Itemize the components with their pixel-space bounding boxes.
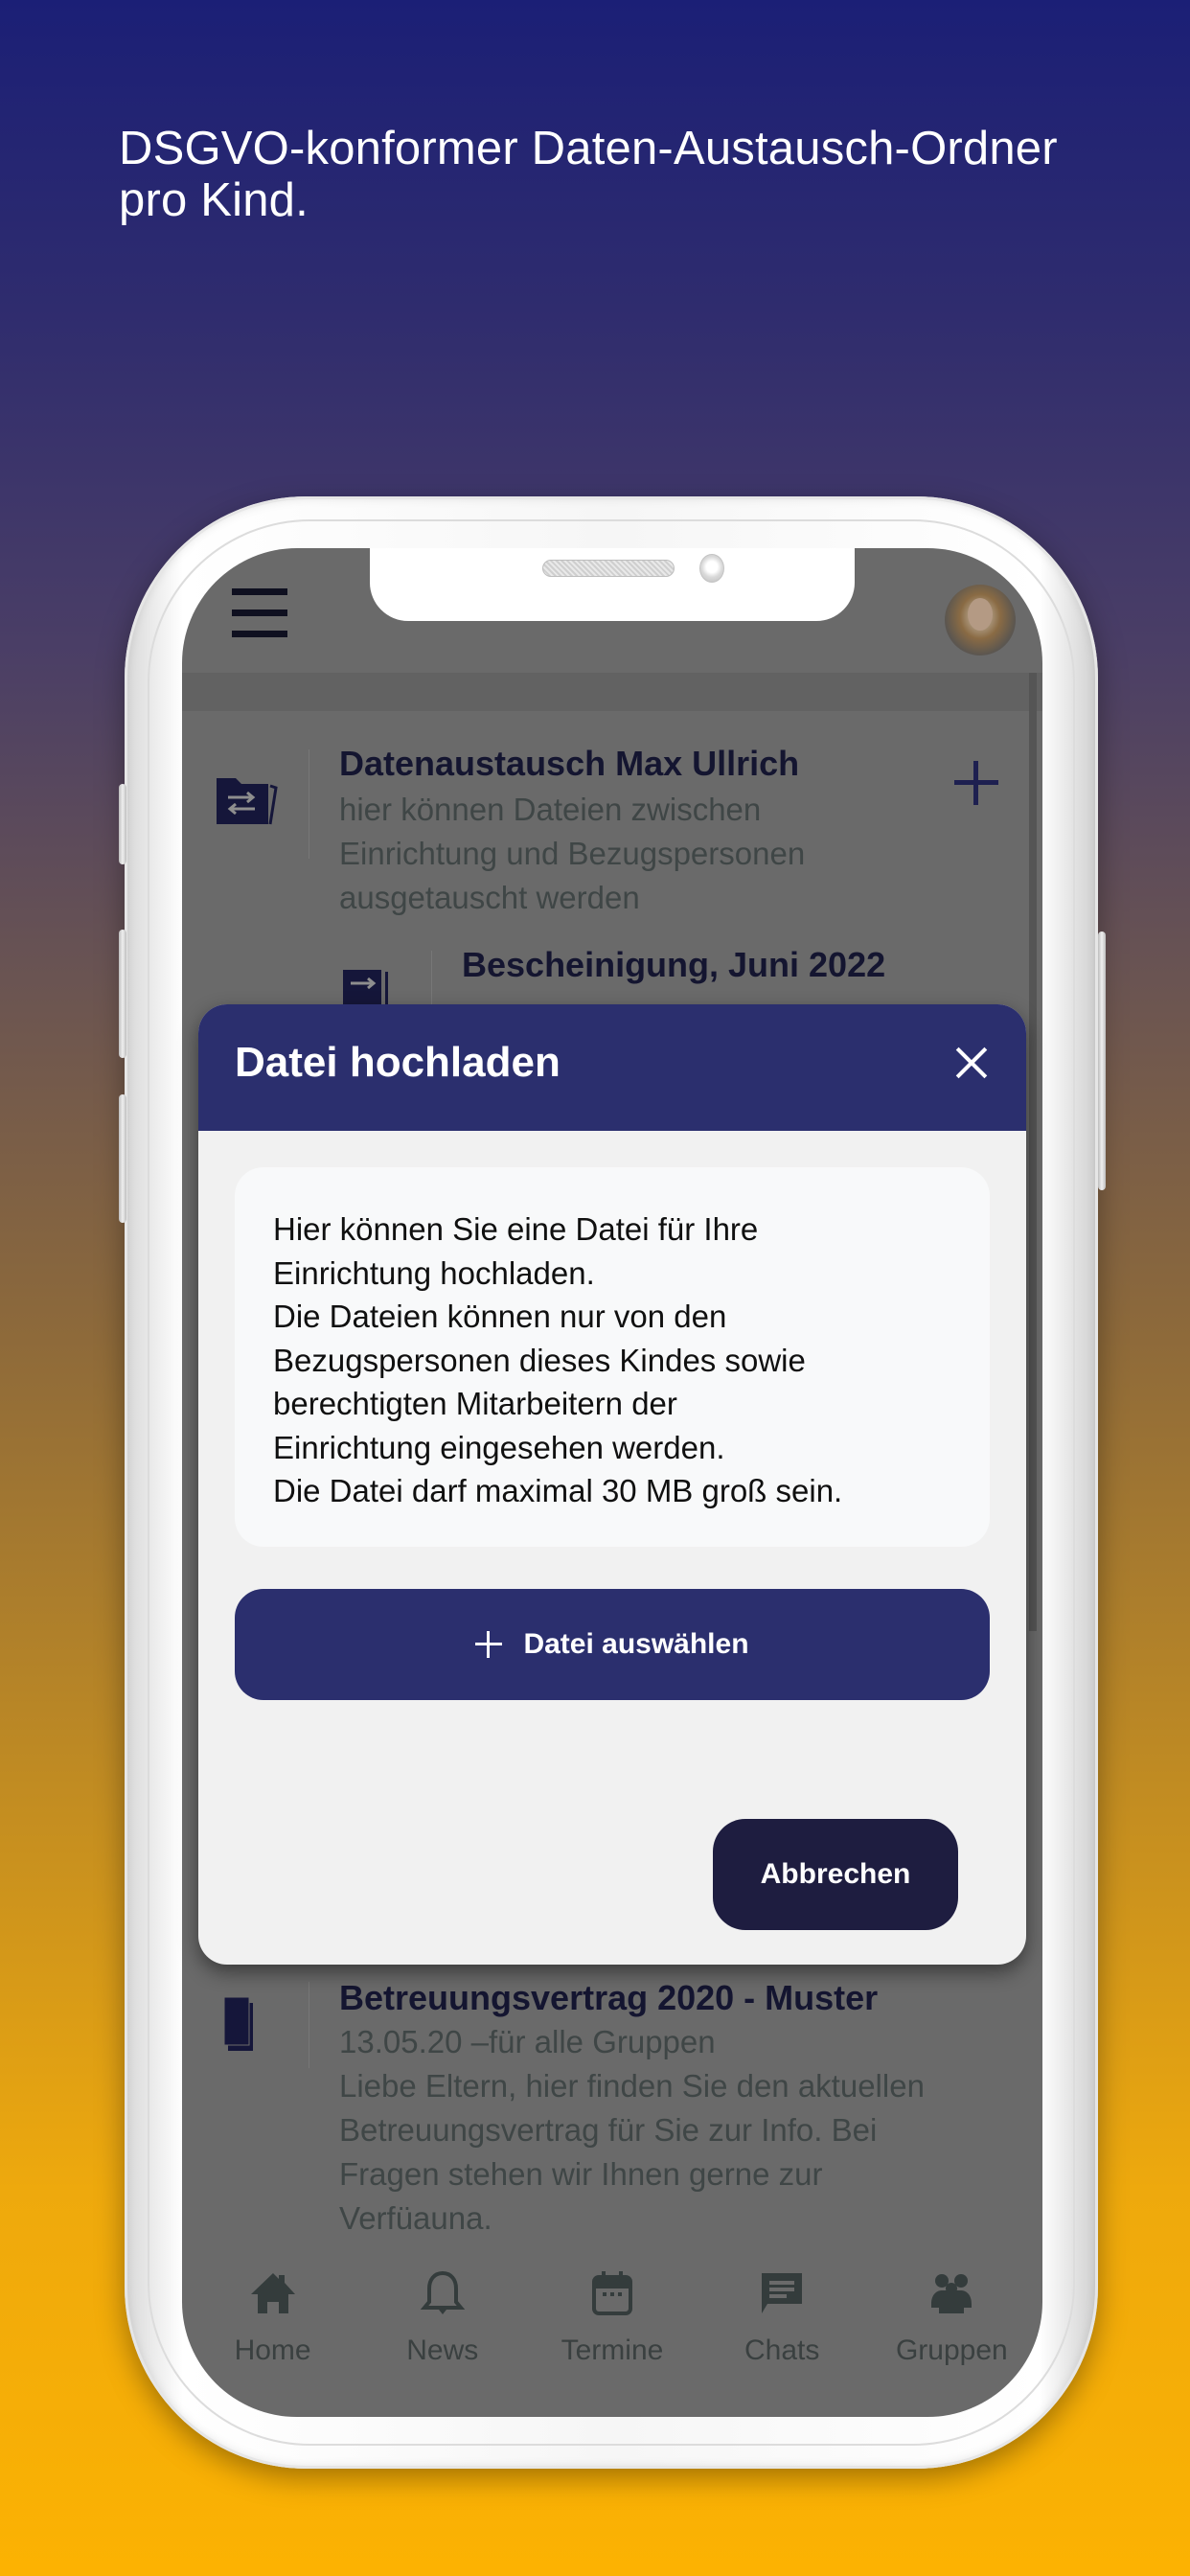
document-icon	[224, 1997, 253, 2051]
file-body-line: Liebe Eltern, hier finden Sie den aktuel…	[339, 2068, 925, 2104]
dialog-title: Datei hochladen	[235, 1039, 561, 1086]
bottom-navigation: Home News Termine Chats Gruppen	[182, 2271, 1042, 2396]
nav-item-news[interactable]: News	[361, 2271, 524, 2396]
file-exchange-icon	[343, 970, 388, 1008]
info-text-line: Einrichtung hochladen.	[273, 1254, 595, 1291]
info-text-line: Hier können Sie eine Datei für Ihre	[273, 1211, 759, 1247]
folder-description-line: Einrichtung und Bezugspersonen	[339, 836, 806, 871]
file-body-line: Betreuungsvertrag für Sie zur Info. Bei	[339, 2112, 878, 2148]
home-icon	[250, 2273, 295, 2313]
folder-description-line: hier können Dateien zwischen	[339, 792, 762, 827]
nav-label: Home	[234, 2334, 311, 2366]
plus-icon	[475, 1631, 503, 1658]
info-text-line: Die Datei darf maximal 30 MB groß sein.	[273, 1473, 843, 1508]
item-divider	[431, 951, 432, 1008]
nav-item-gruppen[interactable]: Gruppen	[870, 2271, 1033, 2396]
info-text-line: berechtigten Mitarbeitern der	[273, 1386, 677, 1421]
file-meta: 13.05.20 –für alle Gruppen	[339, 2024, 716, 2059]
nav-item-home[interactable]: Home	[192, 2271, 355, 2396]
nav-label: Chats	[744, 2334, 820, 2366]
dialog-header: Datei hochladen	[198, 1004, 1026, 1131]
marketing-headline: DSGVO-konformer Daten-Austausch-Ordner p…	[119, 123, 1058, 226]
folder-title: Datenaustausch Max Ullrich	[339, 744, 800, 783]
nav-label: Termine	[561, 2334, 664, 2366]
close-icon[interactable]	[955, 1046, 988, 1079]
calendar-icon	[591, 2271, 632, 2315]
bell-icon	[420, 2271, 466, 2314]
file-body-line: Fragen stehen wir Ihnen gerne zur	[339, 2156, 823, 2192]
chat-icon	[762, 2273, 803, 2313]
file-item[interactable]: Betreuungsvertrag 2020 - Muster 13.05.20…	[182, 548, 1042, 2236]
phone-volume-down-button	[119, 1094, 126, 1223]
add-file-button[interactable]	[954, 761, 998, 805]
select-file-label: Datei auswählen	[523, 1628, 749, 1660]
file-title: Betreuungsvertrag 2020 - Muster	[339, 1978, 879, 2017]
group-icon	[931, 2274, 973, 2313]
folder-description-line: ausgetauscht werden	[339, 880, 640, 915]
folder-exchange-icon	[217, 778, 278, 825]
nav-label: Gruppen	[895, 2334, 1008, 2366]
nav-label: News	[406, 2334, 479, 2366]
file-body-line: Verfüauna.	[339, 2200, 492, 2236]
upload-dialog: Datei hochladen Hier können Sie eine Dat…	[198, 1004, 1026, 1965]
info-text-line: Bezugspersonen dieses Kindes sowie	[273, 1342, 806, 1378]
select-file-button[interactable]: Datei auswählen	[235, 1589, 990, 1700]
dialog-info-box: Hier können Sie eine Datei für Ihre Einr…	[235, 1167, 990, 1547]
cancel-button[interactable]: Abbrechen	[713, 1819, 958, 1930]
phone-volume-up-button	[119, 930, 126, 1058]
phone-power-button	[1098, 932, 1106, 1190]
folder-item[interactable]: Datenaustausch Max Ullrich hier können D…	[182, 548, 1042, 951]
info-text-line: Die Dateien können nur von den	[273, 1299, 727, 1334]
phone-side-button	[119, 784, 126, 864]
nav-item-termine[interactable]: Termine	[531, 2271, 694, 2396]
file-title: Bescheinigung, Juni 2022	[462, 945, 886, 984]
nav-item-chats[interactable]: Chats	[700, 2271, 863, 2396]
info-text-line: Einrichtung eingesehen werden.	[273, 1429, 725, 1465]
